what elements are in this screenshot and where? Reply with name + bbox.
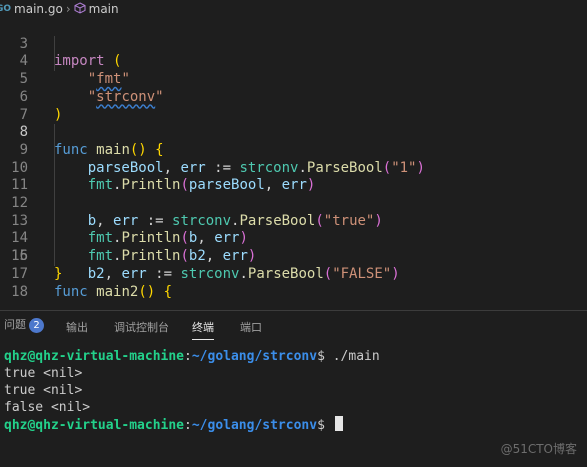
line-number: 17 [11,265,28,282]
code-line[interactable]: 16 fmt.Println(b2, err) [0,248,587,266]
tab-ports[interactable]: 端口 [240,319,262,335]
code-text: func main2() { [54,283,173,300]
code-text: } [54,265,63,282]
prompt-user: qhz@qhz-virtual-machine [4,418,185,433]
code-line[interactable]: 9 parseBool, err := strconv.ParseBool("1… [0,124,587,176]
breadcrumb-symbol[interactable]: main [89,0,119,18]
code-line[interactable]: 10 fmt.Println(parseBool, err) [0,142,587,194]
prompt-path: ~/golang/strconv [191,418,318,433]
prompt-path: ~/golang/strconv [191,349,318,364]
go-file-icon: GO [0,4,12,14]
terminal-output-line: true <nil> [4,383,83,398]
code-line[interactable]: 7 [0,89,587,123]
code-line[interactable]: 17} [0,266,587,284]
code-line[interactable]: 13 fmt.Println(b, err) [0,195,587,247]
tab-problems-label: 问题 [4,318,26,331]
prompt-user: qhz@qhz-virtual-machine [4,349,185,364]
code-line[interactable]: 3 import ( [0,18,587,70]
line-number: 18 [11,283,28,300]
breadcrumb-file[interactable]: main.go [14,0,63,18]
code-line[interactable]: 12 b, err := strconv.ParseBool("true") [0,177,587,229]
terminal-cursor [334,416,343,431]
watermark: @51CTO博客 [500,442,577,456]
tab-debug-console[interactable]: 调试控制台 [114,319,169,335]
code-text: fmt.Println(b2, err) [87,248,257,265]
tab-problems[interactable]: 问题 2 [4,316,44,333]
terminal-prompt-line[interactable]: qhz@qhz-virtual-machine:~/golang/strconv… [4,416,343,433]
panel-tab-bar: 问题 2 输出 调试控制台 终端 端口 [0,311,587,341]
code-line[interactable]: 5 "strconv" [0,53,587,105]
code-line[interactable]: 8 func main() { [0,107,587,158]
code-line[interactable]: 4 "fmt" [0,36,587,87]
breadcrumb: GOmain.go› main [0,0,587,18]
chevron-right-icon: › [65,2,71,16]
line-number: 16 [11,248,28,265]
terminal-command: ./main [332,349,380,364]
code-line[interactable]: 14 [0,213,587,246]
terminal-output-line: true <nil> [4,366,83,381]
code-line[interactable]: 6 ) [0,71,587,123]
problems-count-badge: 2 [29,317,44,333]
tab-output[interactable]: 输出 [66,319,88,335]
code-line[interactable]: 11 [0,160,587,193]
terminal-prompt-line: qhz@qhz-virtual-machine:~/golang/strconv… [4,349,380,364]
code-line[interactable]: 18 func main2() { [0,284,587,302]
tab-terminal[interactable]: 终端 [192,319,214,340]
terminal-output-line: false <nil> [4,400,91,415]
code-line[interactable]: 15 b2, err := strconv.ParseBool("FALSE") [0,230,587,282]
code-editor[interactable]: 3 import ( 4 "fmt" 5 "strconv" 6 ) 7 8 f… [0,18,587,310]
cube-icon [74,0,86,18]
